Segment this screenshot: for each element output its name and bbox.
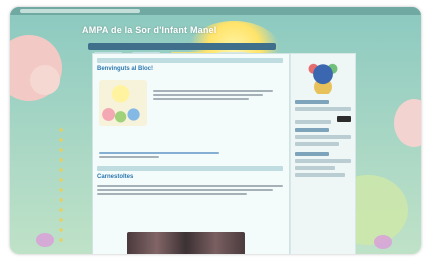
- text-line: [153, 90, 273, 92]
- site-title[interactable]: AMPA de la Sor d'Infant Manel: [82, 25, 216, 35]
- search-widget: [291, 114, 355, 124]
- left-cloud-decoration-small: [30, 65, 60, 95]
- post-photo: [127, 232, 245, 254]
- main-nav: [88, 43, 276, 74]
- widget-title: [295, 128, 329, 132]
- widget-title: [295, 100, 329, 104]
- blog-posts-column: Benvinguts al Bloc! Carnestoltes: [92, 53, 290, 254]
- sidebar-link[interactable]: [295, 142, 339, 146]
- widget-line: [295, 107, 351, 111]
- browser-screenshot: AMPA de la Sor d'Infant Manel Benvinguts…: [10, 7, 421, 254]
- sidebar-link[interactable]: [295, 159, 351, 163]
- post-title[interactable]: Benvinguts al Bloc!: [97, 66, 283, 73]
- browser-toolbar: [10, 7, 421, 15]
- text-line: [97, 185, 283, 187]
- text-line: [153, 94, 263, 96]
- post-illustration-image: [99, 80, 147, 126]
- dotted-decoration-left: [56, 125, 66, 245]
- sidebar-link[interactable]: [295, 166, 335, 170]
- search-input[interactable]: [295, 120, 331, 124]
- sidebar-link[interactable]: [295, 135, 351, 139]
- post-meta-link[interactable]: [99, 152, 219, 154]
- flower-decoration: [36, 233, 54, 247]
- text-line: [153, 98, 249, 100]
- widget-title: [295, 152, 329, 156]
- sidebar: [290, 53, 356, 254]
- blog-post: Benvinguts al Bloc!: [97, 58, 283, 158]
- search-button[interactable]: [337, 116, 351, 122]
- right-cloud-decoration: [394, 99, 421, 147]
- browser-tab-strip[interactable]: [20, 9, 140, 13]
- blog-post: Carnestoltes: [97, 166, 283, 197]
- post-footer: [99, 150, 279, 160]
- text-line: [97, 193, 247, 195]
- post-body-text: [153, 88, 273, 102]
- text-line: [97, 189, 273, 191]
- post-date-header: [97, 58, 283, 63]
- mascot-logo-image: [304, 58, 342, 94]
- flower-decoration: [374, 235, 392, 249]
- sidebar-link[interactable]: [295, 173, 345, 177]
- post-title[interactable]: Carnestoltes: [97, 174, 283, 181]
- post-date-header: [97, 166, 283, 171]
- text-line: [99, 156, 159, 158]
